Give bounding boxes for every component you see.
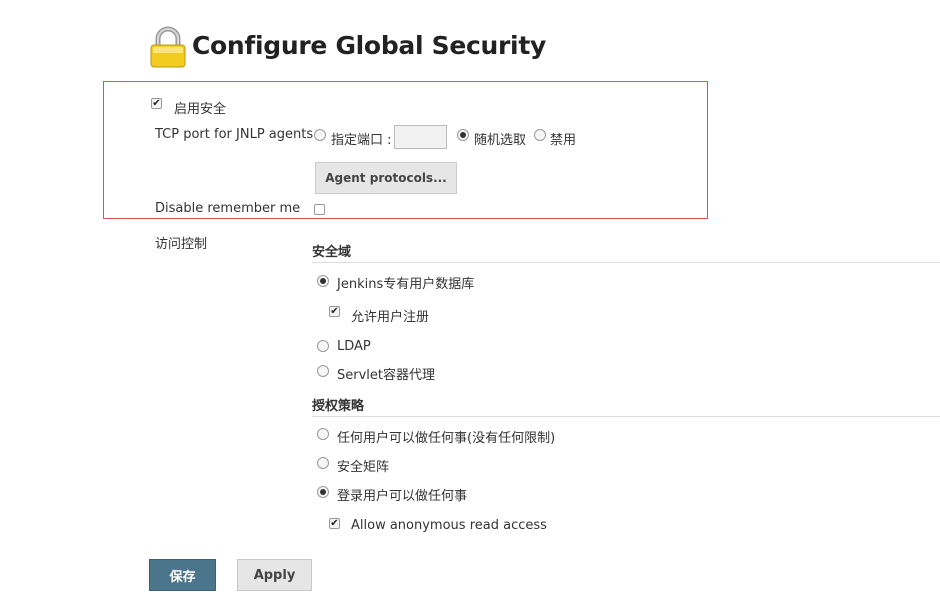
disable-remember-label: Disable remember me bbox=[155, 201, 301, 216]
allow-signup-label: 允许用户注册 bbox=[351, 310, 430, 325]
lock-icon bbox=[148, 26, 188, 68]
access-control-label: 访问控制 bbox=[155, 237, 208, 252]
authz-loggedin-radio[interactable] bbox=[317, 486, 329, 498]
tcp-random-label: 随机选取 bbox=[474, 133, 527, 148]
page-title: Configure Global Security bbox=[192, 31, 546, 60]
realm-jenkins-radio[interactable] bbox=[317, 275, 329, 287]
tcp-disable-radio[interactable] bbox=[534, 129, 546, 141]
anon-read-label: Allow anonymous read access bbox=[351, 518, 547, 533]
realm-jenkins-label: Jenkins专有用户数据库 bbox=[337, 277, 475, 292]
tcp-disable-label: 禁用 bbox=[550, 133, 577, 148]
authz-anyone-label: 任何用户可以做任何事(没有任何限制) bbox=[337, 431, 556, 446]
tcp-fixed-label: 指定端口 : bbox=[331, 133, 392, 148]
apply-button[interactable]: Apply bbox=[237, 559, 312, 591]
realm-heading: 安全域 bbox=[312, 245, 352, 260]
anon-read-checkbox[interactable]: ✔ bbox=[329, 518, 340, 529]
tcp-port-label: TCP port for JNLP agents bbox=[155, 127, 314, 142]
authz-matrix-label: 安全矩阵 bbox=[337, 460, 390, 475]
realm-servlet-radio[interactable] bbox=[317, 365, 329, 377]
tcp-fixed-radio[interactable] bbox=[314, 129, 326, 141]
authz-divider bbox=[312, 416, 940, 417]
authz-matrix-radio[interactable] bbox=[317, 457, 329, 469]
tcp-random-radio[interactable] bbox=[457, 129, 469, 141]
realm-ldap-radio[interactable] bbox=[317, 340, 329, 352]
enable-security-label: 启用安全 bbox=[174, 102, 227, 117]
realm-divider bbox=[312, 262, 940, 263]
realm-ldap-label: LDAP bbox=[337, 339, 371, 354]
disable-remember-checkbox[interactable] bbox=[314, 204, 325, 215]
tcp-port-input[interactable] bbox=[394, 125, 447, 149]
enable-security-checkbox[interactable]: ✔ bbox=[151, 98, 162, 109]
save-button[interactable]: 保存 bbox=[149, 559, 216, 591]
authz-heading: 授权策略 bbox=[312, 399, 365, 414]
agent-protocols-button[interactable]: Agent protocols... bbox=[315, 162, 457, 194]
allow-signup-checkbox[interactable]: ✔ bbox=[329, 306, 340, 317]
authz-loggedin-label: 登录用户可以做任何事 bbox=[337, 489, 468, 504]
authz-anyone-radio[interactable] bbox=[317, 428, 329, 440]
realm-servlet-label: Servlet容器代理 bbox=[337, 368, 435, 383]
